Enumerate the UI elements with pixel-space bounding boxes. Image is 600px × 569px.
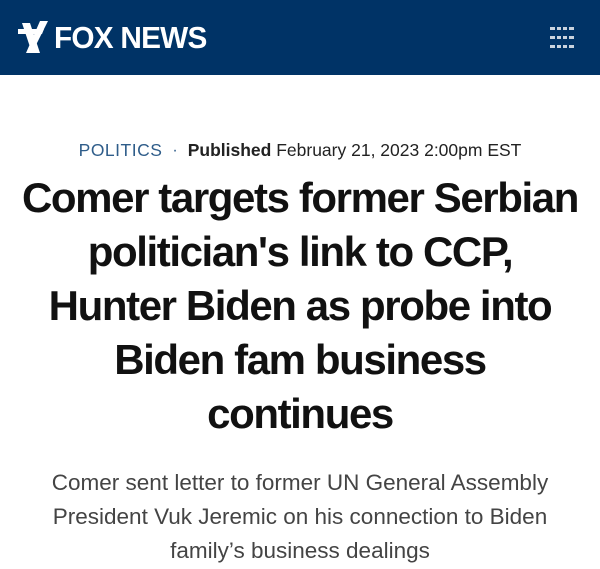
fox-news-logo[interactable]: FOX NEWS (18, 16, 213, 58)
hamburger-menu-icon (550, 27, 574, 48)
site-header: FOX NEWS (0, 0, 600, 75)
published-date: February 21, 2023 2:00pm EST (276, 140, 522, 160)
meta-separator: · (172, 142, 178, 159)
hamburger-menu-button[interactable] (543, 19, 581, 57)
fox-logo-mark-icon (18, 21, 48, 53)
category-link[interactable]: POLITICS (79, 140, 163, 160)
article-headline: Comer targets former Serbian politician'… (22, 174, 579, 437)
brand-name: FOX NEWS (54, 19, 207, 55)
article-meta: POLITICS · Published February 21, 2023 2:0… (0, 138, 600, 163)
published-label: Published (187, 140, 272, 160)
article-subheadline: Comer sent letter to former UN General A… (51, 470, 549, 563)
